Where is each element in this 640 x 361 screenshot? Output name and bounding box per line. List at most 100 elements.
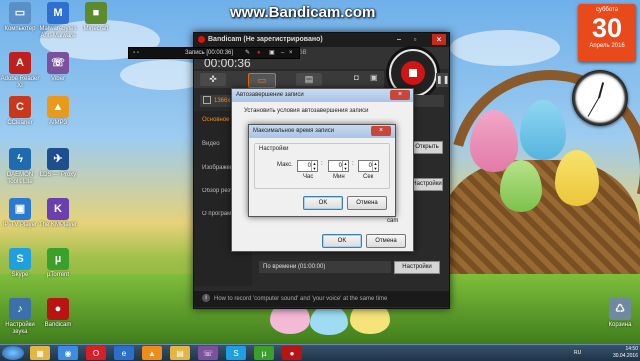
clock-date: 30.04.2016	[612, 353, 638, 359]
settings-button-2[interactable]: Настройки	[411, 178, 443, 191]
desktop-icon[interactable]: C CCleaner	[0, 96, 40, 127]
auto-complete-cancel-button[interactable]: Отмена	[366, 234, 406, 248]
desktop-icon[interactable]: µ µTorrent	[38, 248, 78, 279]
desktop-icon[interactable]: ♪ Настройки звука	[0, 298, 40, 336]
malwarebytes-icon: M	[47, 2, 69, 24]
auto-complete-text: Установить условия автозавершения записи	[244, 108, 369, 114]
max-time-cancel-button[interactable]: Отмена	[347, 196, 387, 210]
minimize-toolbar-icon[interactable]: –	[281, 48, 284, 58]
desktop-icon-label: IP-TV Player	[2, 222, 37, 228]
iptv-icon: ▣	[9, 198, 31, 220]
minutes-spinner[interactable]: 0 ▲ ▼	[328, 160, 349, 172]
ie-icon[interactable]: e	[114, 346, 134, 360]
desktop-icon-label: Minecraft	[83, 26, 109, 32]
explorer-icon[interactable]: ▦	[30, 346, 50, 360]
pause-button[interactable]: ❚❚	[436, 73, 449, 87]
taskbar: ▦ ◉ Oe ▲ ▤ ☏ Sµ ● RU 14:50 30.04.2016	[0, 344, 640, 361]
pencil-icon[interactable]: ✎	[245, 48, 250, 58]
desktop-icon[interactable]: K The KMPlayer	[38, 198, 78, 229]
egg	[310, 305, 348, 335]
open-folder-button[interactable]: Открыть	[411, 141, 443, 154]
gamepad-icon: ✜	[209, 74, 217, 84]
bandicam-titlebar[interactable]: Bandicam (Не зарегистрировано) – ▫ ×	[194, 33, 449, 47]
desktop-icon-label: Malwarebytes Anti-Malware	[39, 26, 77, 39]
close-toolbar-icon[interactable]: ×	[289, 48, 293, 58]
settings-button[interactable]: Настройки	[394, 261, 440, 274]
sidebar-item-general[interactable]: Основное	[202, 117, 230, 123]
lds-proxy-icon: ✈	[47, 148, 69, 170]
desktop-icon[interactable]: ϟ DAEMON Tools Lite	[0, 148, 40, 186]
bandicam-icon[interactable]: ●	[282, 346, 302, 360]
desktop-icon[interactable]: ▭ Компьютер	[0, 2, 40, 33]
desktop-icon[interactable]: ✈ LDS — Proxy	[38, 148, 78, 179]
record-dot-icon[interactable]: ●	[257, 48, 261, 58]
desktop-icon[interactable]: ♺ Корзина	[600, 298, 640, 329]
minimize-button[interactable]: –	[392, 34, 406, 45]
skype-icon[interactable]: S	[226, 346, 246, 360]
max-time-dialog: Максимальное время записи × Настройки Ма…	[248, 124, 396, 217]
desktop-icon[interactable]: S Skype	[0, 248, 40, 279]
clock-time: 14:50	[625, 346, 638, 352]
vlc-icon[interactable]: ▲	[142, 346, 162, 360]
utorrent-icon[interactable]: µ	[254, 346, 274, 360]
auto-complete-dialog-title: Автозавершение записи	[232, 89, 413, 102]
info-icon: i	[202, 294, 210, 303]
footer-tip[interactable]: i How to record 'computer sound' and 'you…	[194, 291, 449, 307]
auto-complete-close-button[interactable]: ×	[390, 90, 410, 100]
hdmi-icon: ▤	[304, 74, 314, 84]
desktop-icon[interactable]: ☏ Viber	[38, 52, 78, 83]
desktop-icon-label: The KMPlayer	[38, 222, 77, 228]
desktop-icon[interactable]: ■ Minecraft	[76, 2, 116, 33]
separator: :	[321, 161, 323, 167]
cloud	[450, 30, 560, 66]
max-time-ok-button[interactable]: OK	[303, 196, 343, 210]
hours-spinner[interactable]: 0 ▲ ▼	[297, 160, 318, 172]
tab-game-mode[interactable]: ✜	[200, 73, 226, 86]
bandicam-logo-icon	[198, 35, 205, 43]
desktop-icon-label: Компьютер	[4, 26, 36, 32]
sidebar-item-video[interactable]: Видео	[202, 141, 220, 147]
separator: :	[352, 161, 354, 167]
clock-gadget[interactable]	[572, 70, 628, 126]
desktop-icon-label: µTorrent	[46, 272, 70, 278]
desktop-icon[interactable]: ● Bandicam	[38, 298, 78, 329]
screenshot-icon[interactable]: ◘	[354, 73, 359, 82]
start-button[interactable]	[2, 346, 24, 360]
desktop-icon-label: CCleaner	[7, 120, 33, 126]
auto-complete-hidden-text: cam	[387, 218, 399, 224]
maximize-button[interactable]: ▫	[408, 34, 422, 45]
spinner-arrows-icon[interactable]: ▲ ▼	[311, 161, 317, 171]
desktop-icon-label: Bandicam	[44, 322, 72, 328]
max-time-close-button[interactable]: ×	[371, 126, 391, 136]
spinner-arrows-icon[interactable]: ▲ ▼	[342, 161, 348, 171]
calendar-gadget[interactable]: суббота 30 Апрель 2016	[578, 4, 636, 62]
folder-label: 1366x	[214, 98, 231, 104]
close-button[interactable]: ×	[432, 34, 446, 45]
chrome-icon[interactable]: ◉	[58, 346, 78, 360]
viber-icon[interactable]: ☏	[198, 346, 218, 360]
recording-toolbar[interactable]: ▪ ▪ Запись [00:00:36] ✎ ● ▣ – ×	[128, 47, 300, 59]
desktop-icon-label: AIMP3	[48, 120, 67, 126]
adobe-reader-icon: A	[9, 52, 31, 74]
language-indicator[interactable]: RU	[574, 350, 581, 357]
seconds-spinner[interactable]: 0 ▲ ▼	[358, 160, 379, 172]
system-tray[interactable]: RU 14:50 30.04.2016	[560, 346, 638, 360]
bandicam-watermark: www.Bandicam.com	[230, 4, 376, 21]
tab-device-mode[interactable]: ▤	[296, 73, 322, 86]
skype-icon: S	[9, 248, 31, 270]
folder-icon[interactable]: ▤	[170, 346, 190, 360]
grip-icon: ▪ ▪	[133, 50, 139, 56]
desktop-icon[interactable]: A Adobe Reader XI	[0, 52, 40, 90]
desktop-icon-label: Настройки звука	[5, 322, 35, 335]
opera-icon[interactable]: O	[86, 346, 106, 360]
camera-icon[interactable]: ▣	[370, 73, 378, 82]
desktop-icon-label: DAEMON Tools Lite	[6, 172, 34, 185]
desktop-icon[interactable]: ▣ IP-TV Player	[0, 198, 40, 229]
spinner-arrows-icon[interactable]: ▲ ▼	[372, 161, 378, 171]
camera-small-icon[interactable]: ▣	[269, 48, 275, 58]
auto-complete-ok-button[interactable]: OK	[322, 234, 362, 248]
desktop-icon[interactable]: M Malwarebytes Anti-Malware	[38, 2, 78, 40]
tab-rectangle-mode[interactable]: ▭	[248, 73, 276, 88]
checkbox-icon[interactable]	[203, 96, 211, 105]
desktop-icon[interactable]: ▲ AIMP3	[38, 96, 78, 127]
